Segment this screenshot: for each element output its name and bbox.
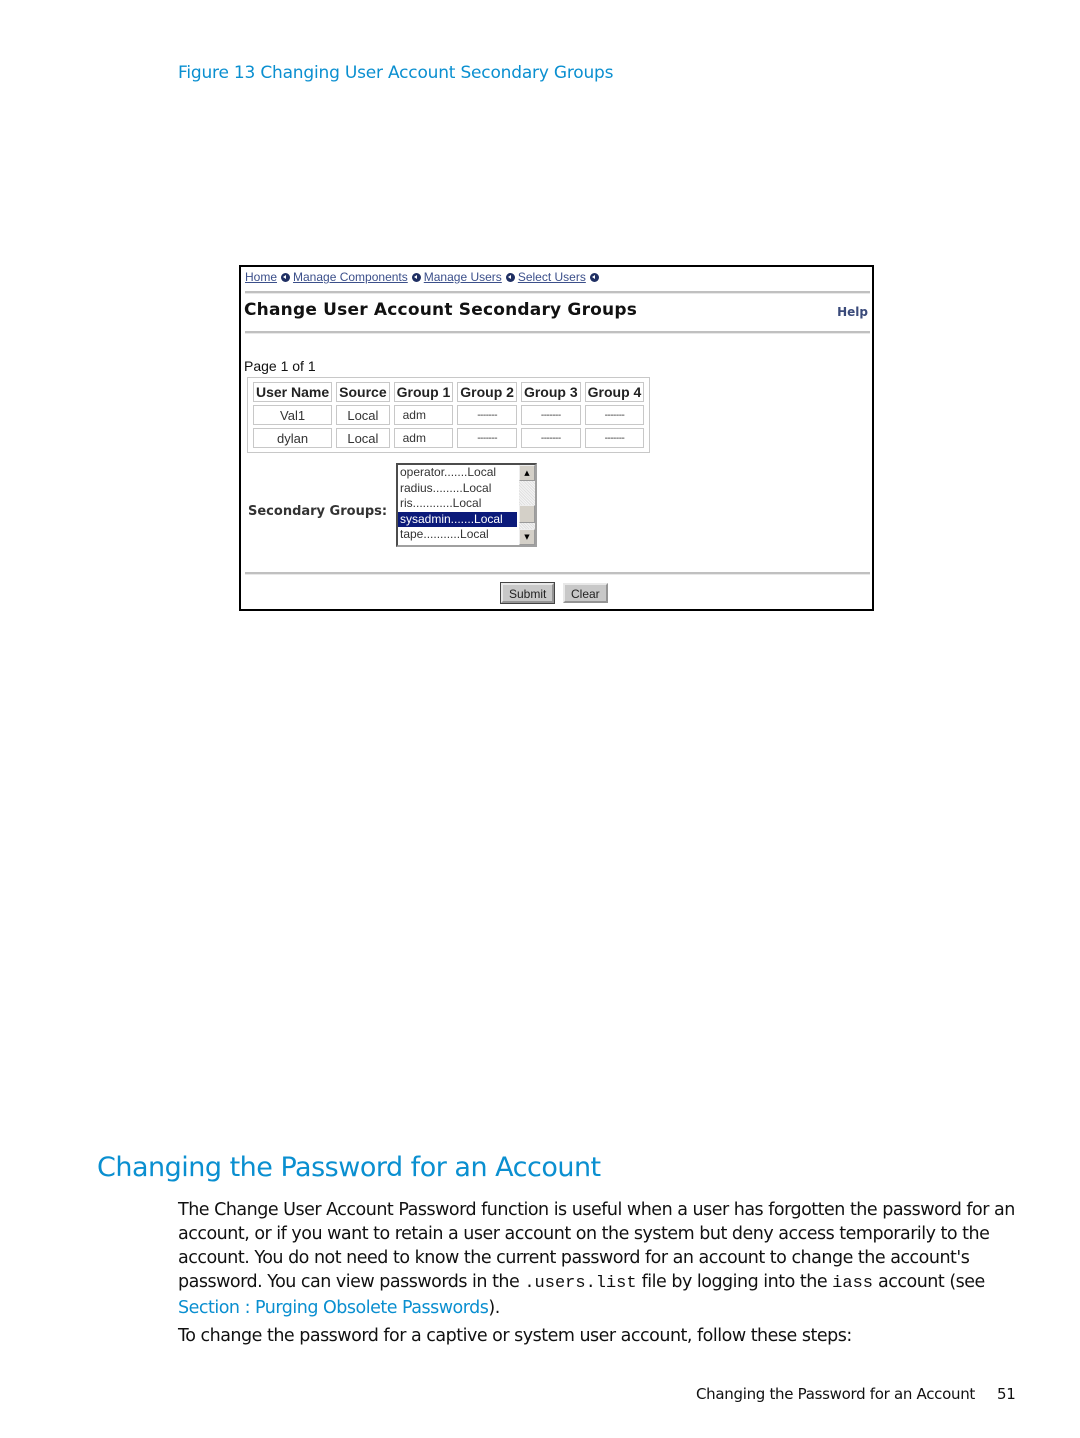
cell-group-3: ------- <box>520 405 581 425</box>
column-header: Group 3 <box>520 382 581 402</box>
divider <box>245 331 870 334</box>
cell-group-2: ------- <box>457 428 517 448</box>
paragraph-text: account (see <box>872 1271 985 1292</box>
purging-passwords-link[interactable]: Section : Purging Obsolete Passwords <box>178 1298 489 1318</box>
circle-left-arrow-icon <box>505 273 515 282</box>
paragraph-text: ). <box>488 1297 500 1318</box>
help-link[interactable]: Help <box>837 305 868 319</box>
breadcrumb: Home Manage Components Manage Users Select … <box>245 270 602 284</box>
column-header: Group 1 <box>393 382 454 402</box>
circle-left-arrow-icon <box>411 273 421 282</box>
secondary-groups-listbox[interactable]: operator.......Local radius.........Loca… <box>396 463 537 547</box>
intro-paragraph: The Change User Account Password functio… <box>178 1198 1023 1320</box>
user-groups-table: User Name Source Group 1 Group 2 Group 3… <box>247 377 651 453</box>
scroll-up-arrow-icon[interactable]: ▲ <box>519 465 535 481</box>
cell-user-name: dylan <box>253 428 333 448</box>
cell-user-name: Val1 <box>253 405 333 425</box>
page-number: 51 <box>997 1385 1016 1403</box>
cell-source: Local <box>336 405 390 425</box>
figure-caption: Figure 13 Changing User Account Secondar… <box>178 63 614 83</box>
column-header: Source <box>336 382 390 402</box>
cell-group-3: ------- <box>520 428 581 448</box>
table-row: dylan Local adm ------- ------- ------- <box>253 428 645 448</box>
listbox-option[interactable]: tape...........Local <box>398 527 517 543</box>
section-heading: Changing the Password for an Account <box>97 1152 601 1184</box>
cell-group-1: adm <box>393 405 454 425</box>
listbox-option[interactable]: operator.......Local <box>398 465 517 481</box>
listbox-scrollbar[interactable]: ▲ ▼ <box>519 465 535 545</box>
code-account: iass <box>832 1273 873 1293</box>
column-header: Group 4 <box>584 382 645 402</box>
secondary-groups-label: Secondary Groups: <box>248 504 388 519</box>
cell-group-4: ------- <box>584 405 645 425</box>
cell-source: Local <box>336 428 390 448</box>
breadcrumb-select-users[interactable]: Select Users <box>518 270 586 284</box>
page-title: Change User Account Secondary Groups <box>244 300 638 320</box>
cell-group-1: adm <box>393 428 454 448</box>
footer-title: Changing the Password for an Account <box>696 1385 976 1403</box>
steps-intro-paragraph: To change the password for a captive or … <box>178 1325 852 1346</box>
submit-button[interactable]: Submit <box>499 582 556 604</box>
breadcrumb-home[interactable]: Home <box>245 270 277 284</box>
cell-group-4: ------- <box>584 428 645 448</box>
listbox-option[interactable]: radius.........Local <box>398 481 517 497</box>
table-row: Val1 Local adm ------- ------- ------- <box>253 405 645 425</box>
embedded-screenshot: Home Manage Components Manage Users Select … <box>239 265 874 611</box>
divider <box>245 572 870 575</box>
divider <box>245 291 870 294</box>
column-header: User Name <box>253 382 333 402</box>
column-header: Group 2 <box>457 382 517 402</box>
circle-left-arrow-icon <box>281 273 291 282</box>
circle-left-arrow-icon <box>589 273 599 282</box>
breadcrumb-manage-components[interactable]: Manage Components <box>293 270 408 284</box>
paragraph-text: file by logging into the <box>636 1271 833 1292</box>
scrollbar-thumb[interactable] <box>519 505 535 523</box>
page-info: Page 1 of 1 <box>244 358 316 374</box>
clear-button[interactable]: Clear <box>563 583 608 603</box>
listbox-option[interactable]: ris............Local <box>398 496 517 512</box>
listbox-option-selected[interactable]: sysadmin.......Local <box>398 511 517 527</box>
code-filename: .users.list <box>524 1273 637 1293</box>
cell-group-2: ------- <box>457 405 517 425</box>
breadcrumb-manage-users[interactable]: Manage Users <box>424 270 502 284</box>
table-header-row: User Name Source Group 1 Group 2 Group 3… <box>253 382 645 402</box>
scroll-down-arrow-icon[interactable]: ▼ <box>519 529 535 545</box>
